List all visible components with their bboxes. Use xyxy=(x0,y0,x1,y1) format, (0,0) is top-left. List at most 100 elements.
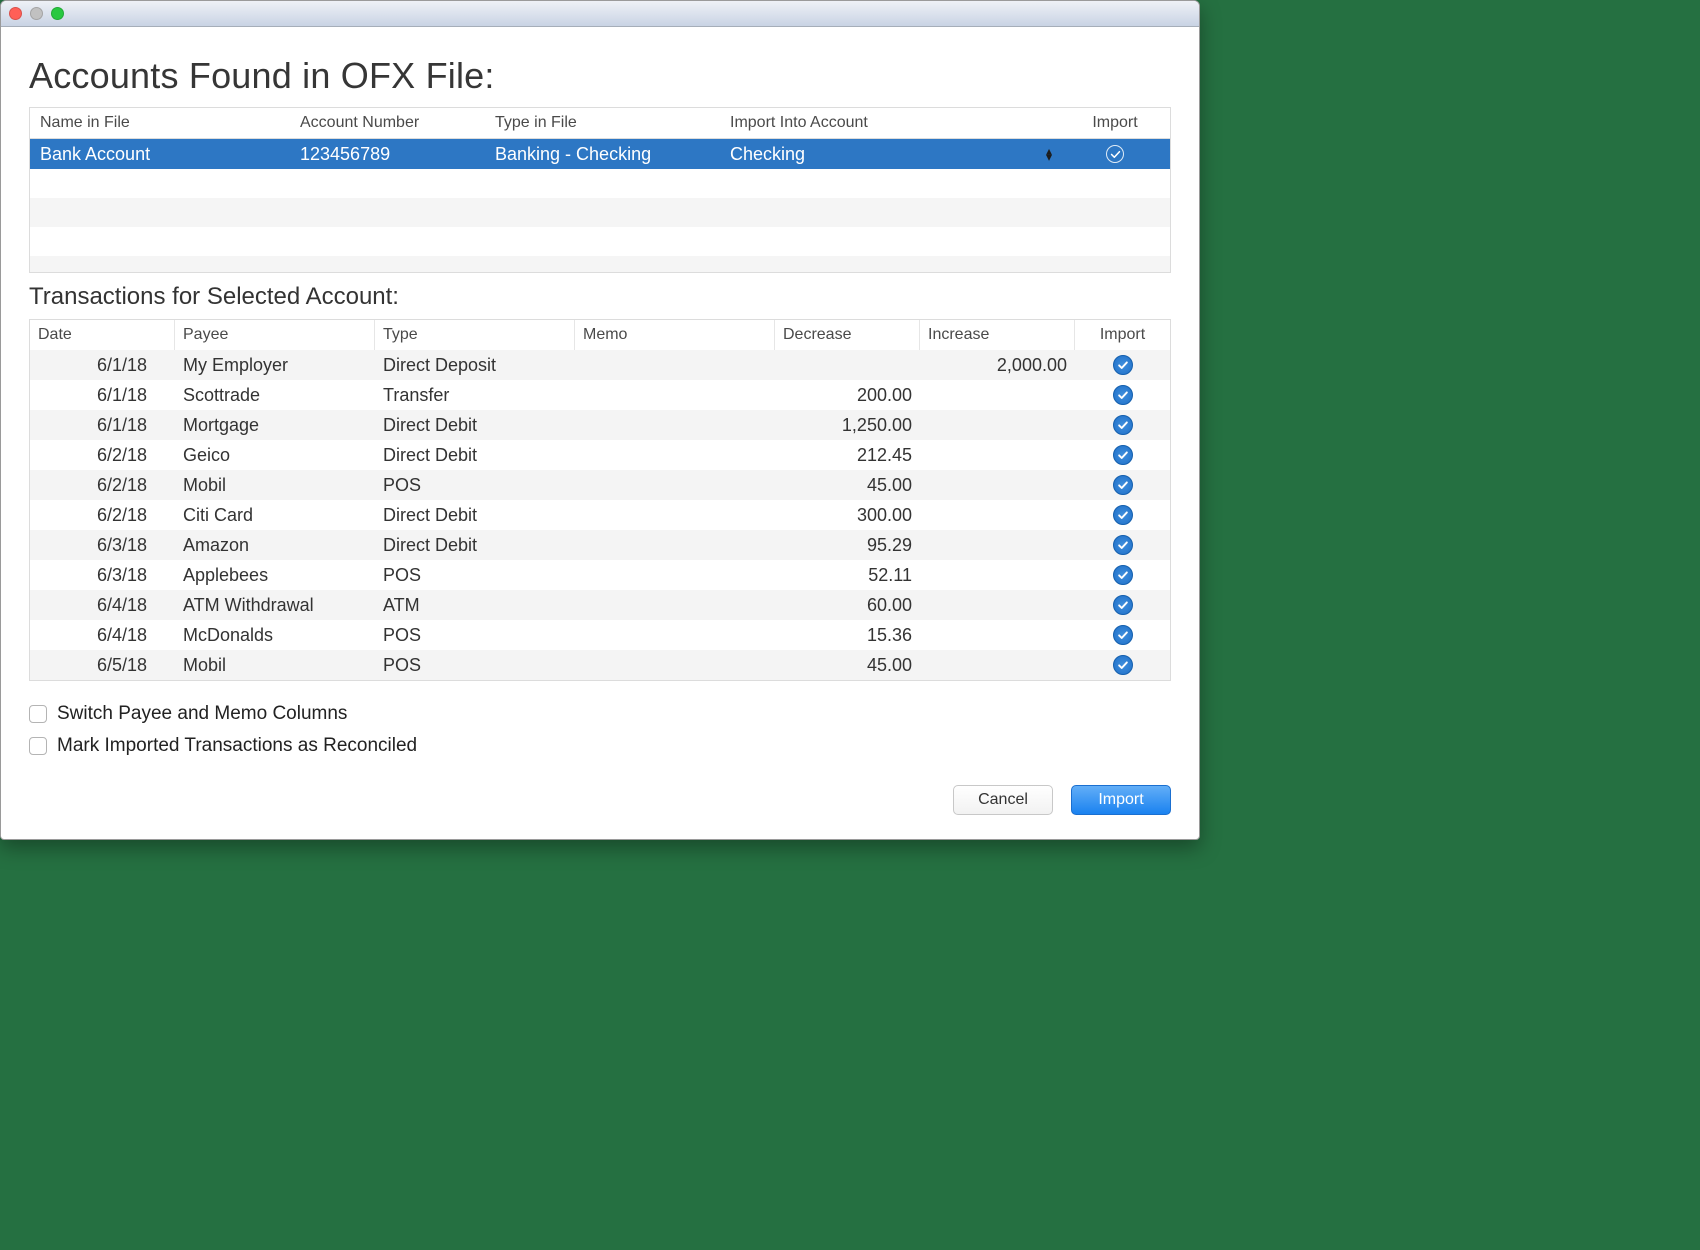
col-type[interactable]: Type in File xyxy=(485,108,720,138)
tx-type: Transfer xyxy=(375,382,575,409)
tx-memo xyxy=(575,542,775,548)
checkmark-circle-icon xyxy=(1113,415,1133,435)
tx-decrease: 200.00 xyxy=(775,382,920,409)
tx-date: 6/2/18 xyxy=(30,472,175,499)
tx-decrease: 300.00 xyxy=(775,502,920,529)
minimize-icon[interactable] xyxy=(30,7,43,20)
tx-date: 6/1/18 xyxy=(30,382,175,409)
tx-memo xyxy=(575,512,775,518)
tx-payee: Mortgage xyxy=(175,412,375,439)
tx-import-toggle[interactable] xyxy=(1075,532,1170,559)
tx-import-toggle[interactable] xyxy=(1075,442,1170,469)
tx-date: 6/1/18 xyxy=(30,352,175,379)
col-decrease[interactable]: Decrease xyxy=(775,320,920,350)
tx-payee: Geico xyxy=(175,442,375,469)
tx-import-toggle[interactable] xyxy=(1075,562,1170,589)
col-name[interactable]: Name in File xyxy=(30,108,290,138)
transaction-row[interactable]: 6/1/18My EmployerDirect Deposit2,000.00 xyxy=(30,350,1170,380)
checkbox-icon[interactable] xyxy=(29,705,47,723)
checkmark-circle-icon xyxy=(1113,445,1133,465)
checkmark-circle-icon xyxy=(1113,625,1133,645)
tx-increase xyxy=(920,542,1075,548)
checkmark-circle-icon xyxy=(1113,595,1133,615)
tx-memo xyxy=(575,572,775,578)
switch-payee-memo-option[interactable]: Switch Payee and Memo Columns xyxy=(29,703,1171,725)
tx-memo xyxy=(575,632,775,638)
tx-increase xyxy=(920,602,1075,608)
col-import[interactable]: Import xyxy=(1060,108,1170,138)
account-row[interactable]: Bank Account 123456789 Banking - Checkin… xyxy=(30,139,1170,169)
checkmark-circle-icon xyxy=(1113,655,1133,675)
mark-reconciled-option[interactable]: Mark Imported Transactions as Reconciled xyxy=(29,735,1171,757)
col-memo[interactable]: Memo xyxy=(575,320,775,350)
tx-decrease: 212.45 xyxy=(775,442,920,469)
tx-decrease: 15.36 xyxy=(775,622,920,649)
tx-payee: Mobil xyxy=(175,652,375,679)
account-row-empty xyxy=(30,198,1170,227)
transaction-row[interactable]: 6/4/18McDonaldsPOS15.36 xyxy=(30,620,1170,650)
tx-import-toggle[interactable] xyxy=(1075,622,1170,649)
tx-import-toggle[interactable] xyxy=(1075,652,1170,679)
transaction-row[interactable]: 6/2/18GeicoDirect Debit212.45 xyxy=(30,440,1170,470)
tx-decrease: 45.00 xyxy=(775,472,920,499)
checkbox-icon[interactable] xyxy=(29,737,47,755)
account-row-empty xyxy=(30,256,1170,272)
checkmark-circle-icon xyxy=(1113,385,1133,405)
col-increase[interactable]: Increase xyxy=(920,320,1075,350)
tx-payee: Mobil xyxy=(175,472,375,499)
col-date[interactable]: Date xyxy=(30,320,175,350)
tx-payee: Citi Card xyxy=(175,502,375,529)
account-number: 123456789 xyxy=(290,138,485,171)
transaction-row[interactable]: 6/5/18MobilPOS45.00 xyxy=(30,650,1170,680)
transactions-heading: Transactions for Selected Account: xyxy=(29,283,1171,311)
transaction-row[interactable]: 6/1/18ScottradeTransfer200.00 xyxy=(30,380,1170,410)
switch-payee-memo-label: Switch Payee and Memo Columns xyxy=(57,703,347,725)
tx-import-toggle[interactable] xyxy=(1075,382,1170,409)
titlebar[interactable] xyxy=(1,1,1199,27)
accounts-table: Name in File Account Number Type in File… xyxy=(29,107,1171,273)
tx-import-toggle[interactable] xyxy=(1075,412,1170,439)
tx-decrease: 60.00 xyxy=(775,592,920,619)
transaction-row[interactable]: 6/2/18Citi CardDirect Debit 300.00 xyxy=(30,500,1170,530)
col-txtype[interactable]: Type xyxy=(375,320,575,350)
transaction-row[interactable]: 6/1/18MortgageDirect Debit1,250.00 xyxy=(30,410,1170,440)
mark-reconciled-label: Mark Imported Transactions as Reconciled xyxy=(57,735,417,757)
window-controls xyxy=(9,7,64,20)
transaction-row[interactable]: 6/2/18MobilPOS45.00 xyxy=(30,470,1170,500)
cancel-button[interactable]: Cancel xyxy=(953,785,1053,815)
tx-memo xyxy=(575,602,775,608)
transaction-row[interactable]: 6/3/18AmazonDirect Debit95.29 xyxy=(30,530,1170,560)
tx-type: Direct Debit xyxy=(375,502,575,529)
tx-memo xyxy=(575,422,775,428)
tx-date: 6/2/18 xyxy=(30,442,175,469)
tx-decrease: 95.29 xyxy=(775,532,920,559)
tx-import-toggle[interactable] xyxy=(1075,352,1170,379)
checkmark-circle-icon xyxy=(1113,475,1133,495)
tx-date: 6/2/18 xyxy=(30,502,175,529)
tx-increase xyxy=(920,632,1075,638)
transaction-row[interactable]: 6/4/18ATM WithdrawalATM60.00 xyxy=(30,590,1170,620)
chevron-up-down-icon: ▴▾ xyxy=(1046,148,1052,160)
col-number[interactable]: Account Number xyxy=(290,108,485,138)
col-into[interactable]: Import Into Account xyxy=(720,108,1060,138)
import-into-value: Checking xyxy=(730,144,805,165)
tx-payee: My Employer xyxy=(175,352,375,379)
checkmark-circle-icon xyxy=(1113,505,1133,525)
import-button[interactable]: Import xyxy=(1071,785,1171,815)
tx-import-toggle[interactable] xyxy=(1075,472,1170,499)
import-into-select[interactable]: Checking ▴▾ xyxy=(720,138,1060,171)
tx-increase xyxy=(920,482,1075,488)
transaction-row[interactable]: 6/3/18ApplebeesPOS52.11 xyxy=(30,560,1170,590)
transactions-table: Date Payee Type Memo Decrease Increase I… xyxy=(29,319,1171,681)
col-tx-import[interactable]: Import xyxy=(1075,320,1170,350)
close-icon[interactable] xyxy=(9,7,22,20)
tx-decrease: 52.11 xyxy=(775,562,920,589)
tx-increase xyxy=(920,512,1075,518)
zoom-icon[interactable] xyxy=(51,7,64,20)
col-payee[interactable]: Payee xyxy=(175,320,375,350)
tx-memo xyxy=(575,662,775,668)
tx-increase: 2,000.00 xyxy=(920,352,1075,379)
import-toggle[interactable] xyxy=(1060,138,1170,171)
tx-import-toggle[interactable] xyxy=(1075,592,1170,619)
tx-import-toggle[interactable] xyxy=(1075,502,1170,529)
